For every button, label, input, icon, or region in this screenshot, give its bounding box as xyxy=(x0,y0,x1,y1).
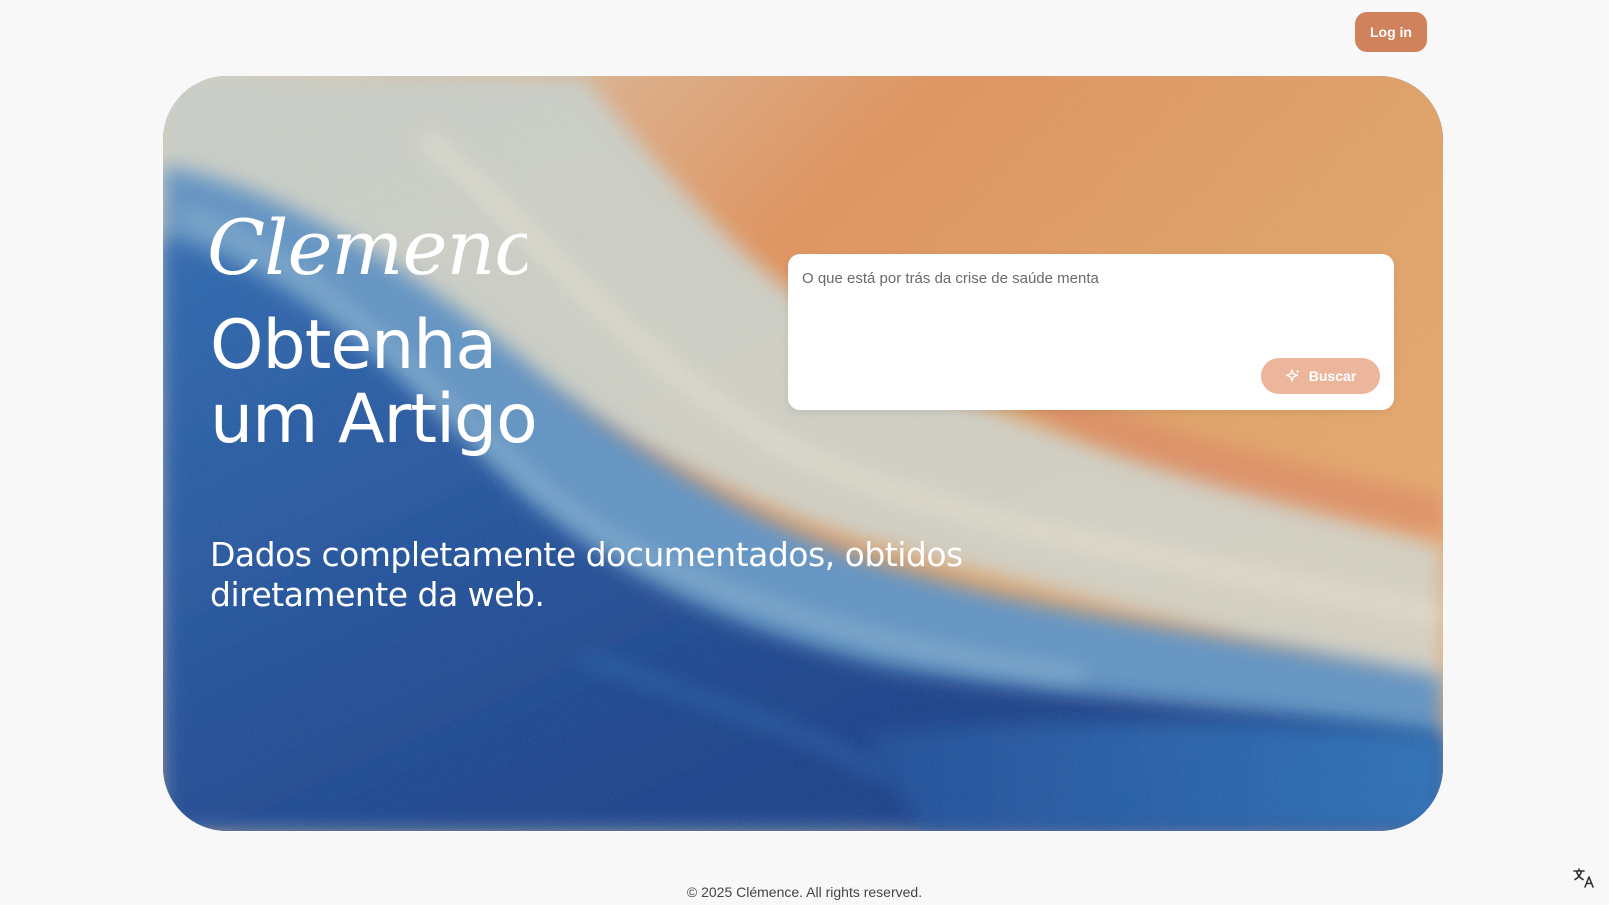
hero-banner: Clemence Obtenha um Artigo Dados complet… xyxy=(163,76,1443,831)
search-button[interactable]: Buscar xyxy=(1261,358,1380,394)
clemence-logo: Clemence xyxy=(207,203,527,292)
search-input[interactable] xyxy=(802,270,1377,350)
login-button[interactable]: Log in xyxy=(1355,12,1427,52)
page: Log in Clemen Obtenha um Artigo Dados co… xyxy=(0,0,1609,905)
search-card: Buscar xyxy=(788,254,1394,410)
title-line-2: um Artigo xyxy=(210,380,538,459)
hero-subtitle: Dados completamente documentados, obtido… xyxy=(210,535,963,614)
svg-text:Clemence: Clemence xyxy=(207,203,527,292)
footer-copyright: © 2025 Clémence. All rights reserved. xyxy=(686,884,923,900)
page-title: Obtenha um Artigo xyxy=(210,306,538,459)
search-button-label: Buscar xyxy=(1308,368,1357,384)
title-line-1: Obtenha xyxy=(210,306,497,385)
sparkle-icon xyxy=(1285,369,1300,382)
translate-icon[interactable] xyxy=(1572,866,1596,890)
